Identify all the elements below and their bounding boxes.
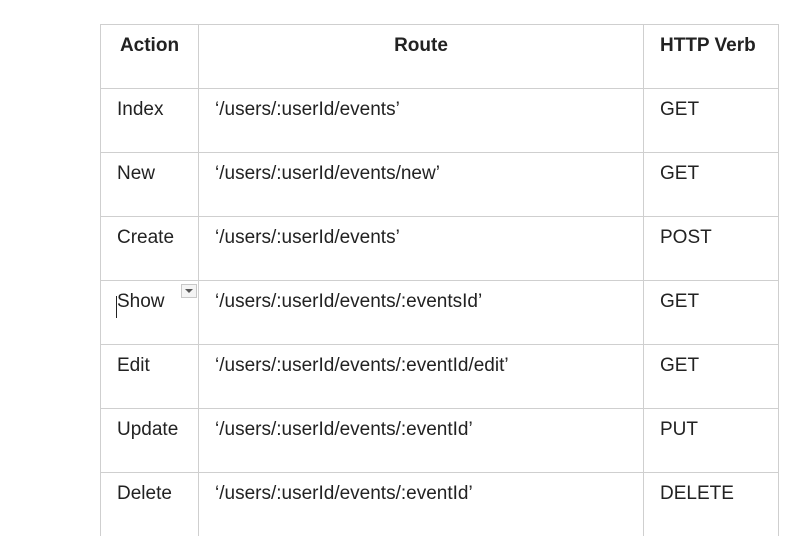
cell-route[interactable]: ‘/users/:userId/events/:eventId’ bbox=[198, 408, 644, 473]
header-http-verb: HTTP Verb bbox=[643, 24, 779, 89]
cell-verb[interactable]: PUT bbox=[643, 408, 779, 473]
cell-route[interactable]: ‘/users/:userId/events’ bbox=[198, 88, 644, 153]
cell-action[interactable]: Delete bbox=[100, 472, 199, 536]
cell-verb[interactable]: POST bbox=[643, 216, 779, 281]
table-row-active: Show ‘/users/:userId/events/:eventsId’ G… bbox=[100, 280, 779, 345]
table-row: Index ‘/users/:userId/events’ GET bbox=[100, 88, 779, 153]
table-row: Delete ‘/users/:userId/events/:eventId’ … bbox=[100, 472, 779, 536]
cell-action[interactable]: Edit bbox=[100, 344, 199, 409]
cell-verb[interactable]: DELETE bbox=[643, 472, 779, 536]
cell-route[interactable]: ‘/users/:userId/events/:eventsId’ bbox=[198, 280, 644, 345]
cell-action-text: Show bbox=[117, 291, 165, 312]
cell-route[interactable]: ‘/users/:userId/events/:eventId/edit’ bbox=[198, 344, 644, 409]
cell-action[interactable]: New bbox=[100, 152, 199, 217]
cell-verb[interactable]: GET bbox=[643, 88, 779, 153]
routes-table: Action Route HTTP Verb Index ‘/users/:us… bbox=[100, 24, 779, 536]
table-row: Edit ‘/users/:userId/events/:eventId/edi… bbox=[100, 344, 779, 409]
cell-route[interactable]: ‘/users/:userId/events’ bbox=[198, 216, 644, 281]
cell-action[interactable]: Create bbox=[100, 216, 199, 281]
cell-verb[interactable]: GET bbox=[643, 280, 779, 345]
cell-menu-button[interactable] bbox=[181, 284, 197, 298]
cell-action[interactable]: Index bbox=[100, 88, 199, 153]
cell-verb[interactable]: GET bbox=[643, 344, 779, 409]
table-header-row: Action Route HTTP Verb bbox=[100, 24, 779, 89]
cell-route[interactable]: ‘/users/:userId/events/new’ bbox=[198, 152, 644, 217]
table-row: New ‘/users/:userId/events/new’ GET bbox=[100, 152, 779, 217]
text-cursor bbox=[116, 296, 117, 318]
table-row: Update ‘/users/:userId/events/:eventId’ … bbox=[100, 408, 779, 473]
header-route: Route bbox=[198, 24, 644, 89]
chevron-down-icon bbox=[185, 289, 193, 293]
cell-route[interactable]: ‘/users/:userId/events/:eventId’ bbox=[198, 472, 644, 536]
cell-action[interactable]: Update bbox=[100, 408, 199, 473]
header-action: Action bbox=[100, 24, 199, 89]
table-row: Create ‘/users/:userId/events’ POST bbox=[100, 216, 779, 281]
cell-verb[interactable]: GET bbox=[643, 152, 779, 217]
